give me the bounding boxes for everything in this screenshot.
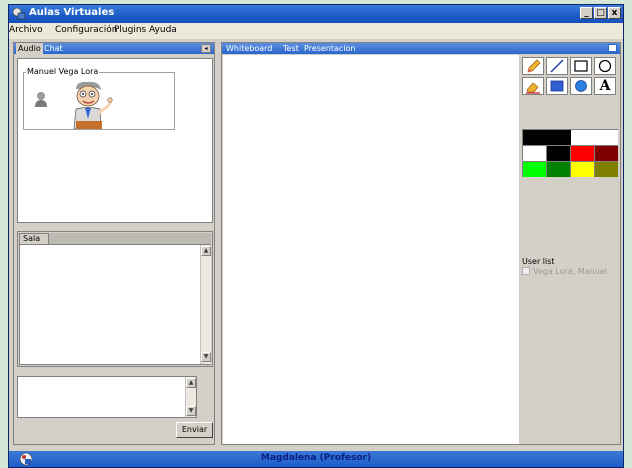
rectangle-icon[interactable] <box>570 57 592 75</box>
send-button[interactable]: Enviar <box>176 422 213 438</box>
color-swatch[interactable] <box>595 162 618 177</box>
scroll-down-icon[interactable]: ▼ <box>201 352 211 362</box>
chat-panel-header: Audio Chat ◂ <box>14 43 214 54</box>
color-swatch[interactable] <box>595 146 618 161</box>
professor-avatar-icon <box>73 81 113 129</box>
pencil-icon[interactable] <box>522 57 544 75</box>
drawing-toolbox: A <box>522 57 618 97</box>
color-swatch[interactable] <box>571 130 618 145</box>
line-icon[interactable] <box>546 57 568 75</box>
menu-archivo[interactable]: Archivo <box>9 25 43 35</box>
ellipse-icon[interactable] <box>594 57 616 75</box>
scroll-up-icon[interactable]: ▲ <box>201 246 211 256</box>
color-palette <box>522 129 618 177</box>
user-checkbox[interactable] <box>522 267 530 275</box>
color-swatch[interactable] <box>523 162 546 177</box>
title-bar[interactable]: Aulas Virtuales _ □ x <box>9 5 623 23</box>
tab-whiteboard[interactable]: Whiteboard <box>226 43 272 54</box>
color-swatch[interactable] <box>547 162 570 177</box>
sala-tab-strip <box>49 233 211 244</box>
whiteboard-panel-header: Whiteboard Test Presentacion <box>222 43 620 54</box>
tab-chat[interactable]: Chat <box>42 43 65 54</box>
user-status-icon <box>35 92 47 107</box>
window-title: Aulas Virtuales <box>29 7 115 18</box>
tab-audio[interactable]: Audio <box>16 43 43 54</box>
scroll-up-icon[interactable]: ▲ <box>186 378 196 388</box>
menu-bar: Archivo Configuración Plugins Ayuda <box>9 23 623 39</box>
message-input[interactable]: ▲ ▼ <box>17 376 197 418</box>
tab-presentacion[interactable]: Presentacion <box>304 43 356 54</box>
color-swatch[interactable] <box>523 130 571 145</box>
tab-sala[interactable]: Sala <box>19 233 49 244</box>
collapse-panel-button[interactable]: ◂ <box>201 44 211 53</box>
message-input-scrollbar[interactable]: ▲ ▼ <box>185 377 196 417</box>
user-list-item[interactable]: Vega Lora, Manuel <box>522 267 607 276</box>
color-swatch[interactable] <box>547 146 570 161</box>
scroll-down-icon[interactable]: ▼ <box>186 406 196 416</box>
user-card: Manuel Vega Lora <box>23 67 175 130</box>
current-user-status: Magdalena (Profesor) <box>260 453 372 463</box>
chat-room-box: Sala ▲ ▼ <box>17 231 213 367</box>
chat-history-area[interactable]: ▲ ▼ <box>19 244 211 365</box>
eraser-icon[interactable] <box>522 77 544 95</box>
restore-panel-button[interactable] <box>608 44 617 52</box>
whiteboard-canvas[interactable] <box>223 55 519 444</box>
minimize-button[interactable]: _ <box>580 7 593 19</box>
menu-configuracion[interactable]: Configuración <box>55 25 117 35</box>
user-video-area: Manuel Vega Lora <box>17 58 213 223</box>
tab-test[interactable]: Test <box>283 43 299 54</box>
color-swatch[interactable] <box>571 162 594 177</box>
filled-rectangle-icon[interactable] <box>546 77 568 95</box>
close-button[interactable]: x <box>608 7 621 19</box>
maximize-button[interactable]: □ <box>594 7 607 19</box>
user-list-title: User list <box>522 257 555 266</box>
menu-plugins[interactable]: Plugins <box>114 25 146 35</box>
whiteboard-panel: Whiteboard Test Presentacion A User list… <box>221 42 621 445</box>
user-list-item-label: Vega Lora, Manuel <box>533 267 607 276</box>
menu-ayuda[interactable]: Ayuda <box>149 25 177 35</box>
app-icon <box>12 7 26 20</box>
text-tool-icon[interactable]: A <box>594 77 616 95</box>
chat-history-scrollbar[interactable]: ▲ ▼ <box>200 245 211 364</box>
color-swatch[interactable] <box>523 146 546 161</box>
user-card-name: Manuel Vega Lora <box>26 67 100 76</box>
status-bar: Magdalena (Profesor) <box>9 451 623 467</box>
color-swatch[interactable] <box>571 146 594 161</box>
filled-ellipse-icon[interactable] <box>570 77 592 95</box>
chat-panel: Audio Chat ◂ Manuel Vega Lora Sala ▲ ▼ ▲… <box>13 42 215 445</box>
app-window: Aulas Virtuales _ □ x Archivo Configurac… <box>8 4 624 468</box>
